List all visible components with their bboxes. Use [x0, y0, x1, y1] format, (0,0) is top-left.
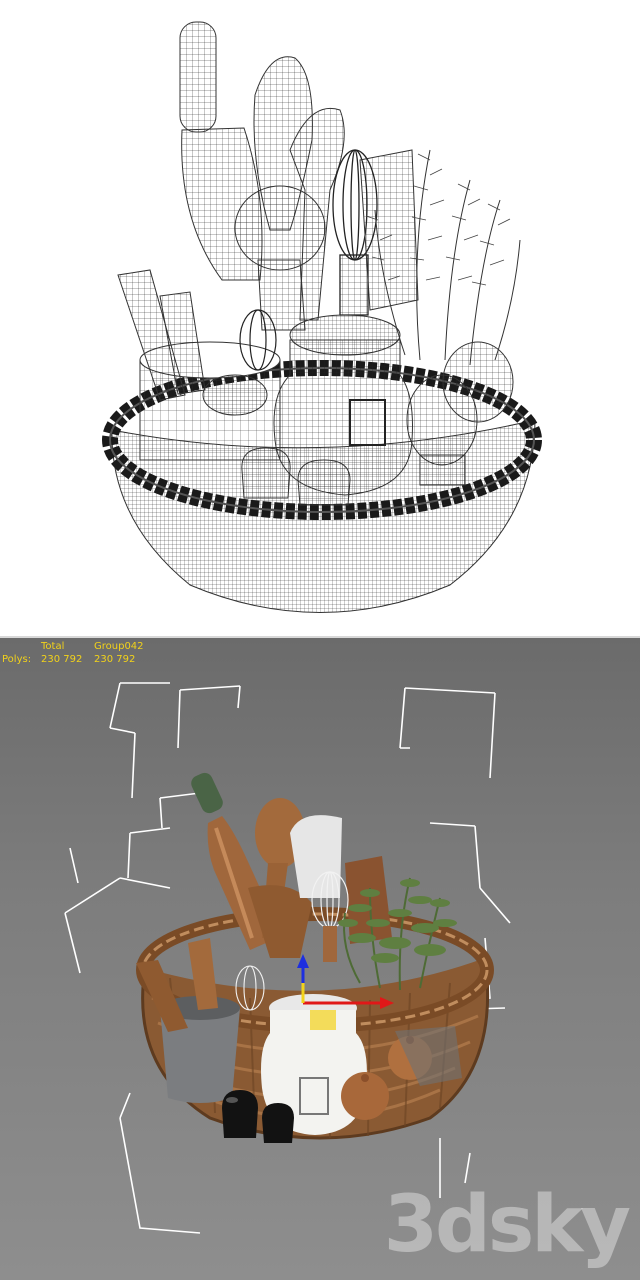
shaker-wire-2	[297, 459, 351, 506]
spoon-bowl-wire	[234, 185, 326, 271]
viewport-3d[interactable]: Total Group042 Polys: 230 792 230 792 3d…	[0, 638, 640, 1280]
shaker-wire	[241, 447, 291, 499]
wireframe-illustration	[102, 21, 542, 613]
wireframe-render	[0, 0, 640, 636]
white-plate	[290, 815, 342, 898]
cutting-board	[345, 856, 392, 944]
cutting-board-wire	[359, 149, 419, 311]
watermark-3dsky: 3dsky	[383, 1180, 631, 1270]
